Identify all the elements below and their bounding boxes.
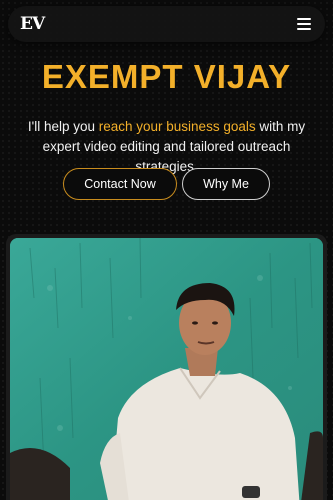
site-logo[interactable]: EV — [20, 14, 45, 34]
hamburger-menu-icon[interactable] — [297, 18, 311, 30]
top-navbar: EV — [8, 6, 325, 42]
hero-text-highlight: reach your business goals — [98, 119, 256, 134]
profile-photo — [10, 238, 323, 500]
profile-photo-frame — [6, 234, 327, 500]
hero-title: EXEMPT VIJAY — [41, 58, 292, 95]
contact-now-button[interactable]: Contact Now — [63, 168, 177, 200]
hero-text-part1: I'll help you — [27, 119, 99, 134]
why-me-button[interactable]: Why Me — [182, 168, 270, 200]
